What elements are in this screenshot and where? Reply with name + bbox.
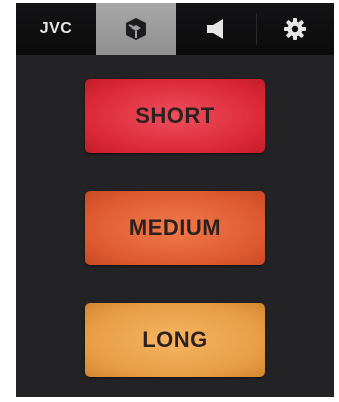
- long-button[interactable]: LONG: [85, 303, 265, 377]
- app-screen: JVC SHORT MEDIUM LONG: [16, 3, 334, 397]
- tab-settings[interactable]: [256, 3, 334, 55]
- short-button-label: SHORT: [135, 103, 215, 128]
- short-button[interactable]: SHORT: [85, 79, 265, 153]
- medium-button-label: MEDIUM: [128, 215, 222, 240]
- tab-cube[interactable]: [96, 3, 176, 55]
- tab-speaker[interactable]: [176, 3, 256, 55]
- brand-text: JVC: [39, 20, 73, 37]
- top-nav-bar: JVC: [16, 3, 334, 55]
- gear-icon: [284, 18, 306, 40]
- cube-icon: [126, 18, 146, 40]
- brand-logo: JVC: [16, 3, 96, 55]
- medium-button[interactable]: MEDIUM: [85, 191, 265, 265]
- speaker-icon: [207, 19, 223, 39]
- long-button-label: LONG: [142, 327, 208, 352]
